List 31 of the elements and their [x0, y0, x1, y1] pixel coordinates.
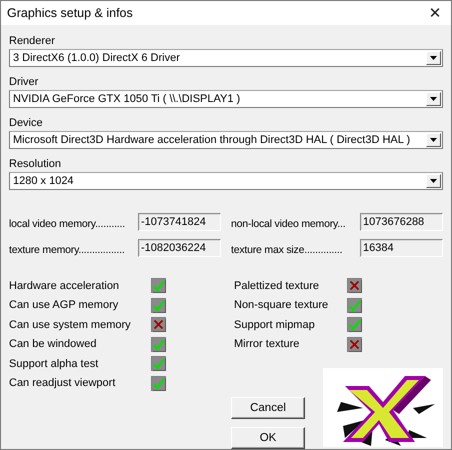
capability-label: Can use AGP memory [9, 299, 120, 312]
capability-label: Can be windowed [9, 338, 98, 350]
dropdown[interactable]: Microsoft Direct3D Hardware acceleration through Direct3D HAL ( Direct3D HAL ) [9, 131, 443, 149]
capability-label: Palettized texture [234, 280, 320, 292]
memory-label: texture max size.............. [231, 244, 344, 257]
memory-label: texture memory................. [9, 244, 126, 257]
field-label: Resolution [9, 157, 61, 172]
memory-label: local video memory........... [9, 218, 126, 231]
readonly-field: 1073676288 [360, 213, 443, 231]
capability-label: Hardware acceleration [9, 280, 120, 292]
cancel-button[interactable]: Cancel [231, 397, 305, 419]
memory-label: non-local video memory... [231, 218, 346, 231]
field-label: Device [9, 116, 43, 131]
readonly-field: -1082036224 [138, 239, 221, 257]
field-label: Driver [9, 75, 38, 90]
readonly-field: -1073741824 [138, 213, 221, 231]
x-logo-icon [323, 368, 443, 447]
close-button[interactable]: ✕ [419, 1, 451, 25]
ok-button[interactable]: OK [231, 427, 305, 449]
dropdown[interactable]: 1280 x 1024 [9, 172, 443, 190]
dropdown[interactable]: NVIDIA GeForce GTX 1050 Ti ( \\.\DISPLAY1 ) [9, 90, 443, 108]
field-label: Renderer [9, 34, 55, 49]
capability-label: Mirror texture [234, 338, 300, 350]
dropdown[interactable]: 3 DirectX6 (1.0.0) DirectX 6 Driver [9, 49, 443, 67]
readonly-field: 16384 [360, 239, 443, 257]
window-title: Graphics setup & infos [7, 6, 133, 20]
capability-label: Support mipmap [234, 318, 316, 331]
capability-label: Can readjust viewport [9, 377, 116, 390]
capability-label: Non-square texture [234, 299, 330, 312]
capability-label: Can use system memory [9, 318, 132, 331]
capability-label: Support alpha test [9, 358, 100, 370]
